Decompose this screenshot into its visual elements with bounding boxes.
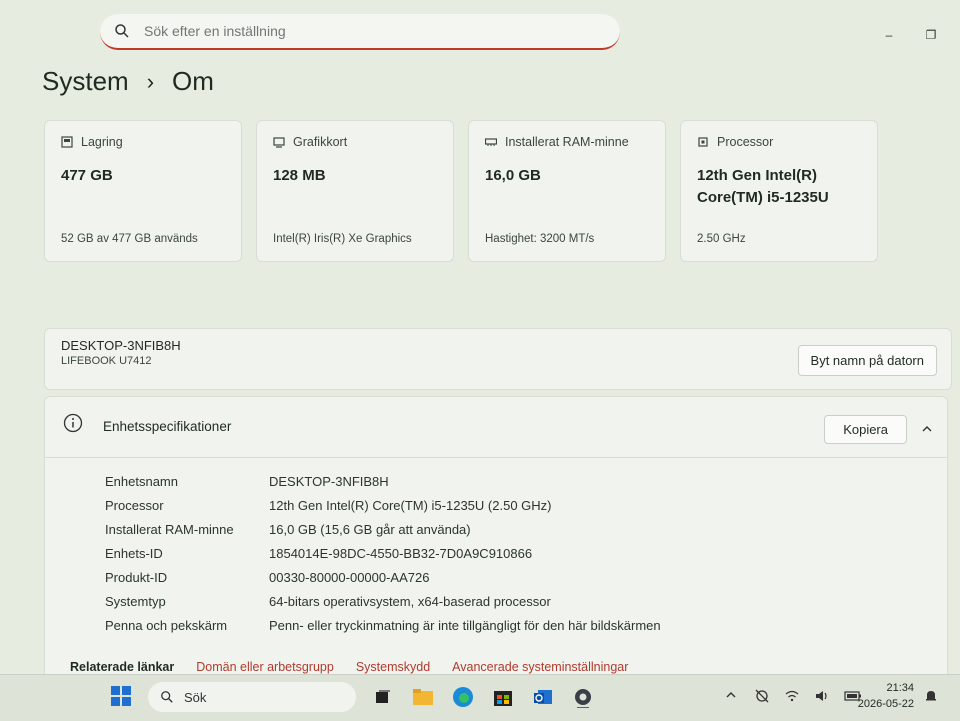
settings-search-box[interactable] [100,14,620,50]
spec-header[interactable]: Enhetsspecifikationer Kopiera [45,397,947,458]
taskbar: Sök 21:34 2026-05-22 [0,674,960,721]
breadcrumb-system-link[interactable]: System [42,66,129,97]
ram-icon [485,138,497,146]
spec-label: Installerat RAM-minne [105,521,234,537]
breadcrumb-separator: › [146,68,155,94]
windows-start-icon[interactable] [110,685,132,707]
volume-icon[interactable] [814,688,830,704]
gpu-icon [273,137,285,148]
spec-label: Systemtyp [105,593,166,609]
gpu-card[interactable]: Grafikkort 128 MB Intel(R) Iris(R) Xe Gr… [256,120,454,262]
processor-card[interactable]: Processor 12th Gen Intel(R) Core(TM) i5-… [680,120,878,262]
card-subtitle: 2.50 GHz [697,233,746,245]
domain-workgroup-link[interactable]: Domän eller arbetsgrupp [196,660,334,674]
summary-cards: Lagring 477 GB 52 GB av 477 GB används G… [44,120,878,262]
task-view-icon[interactable] [370,684,396,710]
storage-card[interactable]: Lagring 477 GB 52 GB av 477 GB används [44,120,242,262]
settings-gear-icon[interactable] [570,684,596,710]
spec-row: Enhetsnamn DESKTOP-3NFIB8H [105,469,661,493]
chevron-up-icon[interactable] [724,688,740,704]
taskbar-search-label: Sök [184,689,207,705]
clock[interactable]: 21:34 2026-05-22 [858,680,914,712]
storage-icon [61,136,73,148]
ram-card[interactable]: Installerat RAM-minne 16,0 GB Hastighet:… [468,120,666,262]
spec-rows: Enhetsnamn DESKTOP-3NFIB8H Processor 12th … [105,469,661,637]
related-links: Relaterade länkar Domän eller arbetsgrup… [70,660,628,674]
card-title: Grafikkort [293,135,348,149]
taskbar-search[interactable]: Sök [148,682,356,712]
info-icon [63,413,83,433]
spec-value: 16,0 GB (15,6 GB går att använda) [269,521,471,537]
spec-label: Enhets-ID [105,545,163,561]
search-input[interactable] [142,22,586,40]
copy-button[interactable]: Kopiera [824,415,907,444]
spec-row: Processor 12th Gen Intel(R) Core(TM) i5-1… [105,493,661,517]
card-title: Installerat RAM-minne [505,135,629,149]
spec-value: 12th Gen Intel(R) Core(TM) i5-1235U (2.5… [269,497,552,513]
device-specifications-panel: Enhetsspecifikationer Kopiera Enhetsnamn… [44,396,948,686]
file-explorer-icon[interactable] [410,684,436,710]
related-links-title: Relaterade länkar [70,660,175,674]
page-title: Om [172,66,214,96]
clock-time: 21:34 [886,682,914,694]
window-controls: – ❐ [882,28,938,42]
spec-row: Enhets-ID 1854014E-98DC-4550-BB32-7D0A9C9… [105,541,661,565]
edge-browser-icon[interactable] [450,684,476,710]
taskbar-apps [370,684,596,710]
system-tray [724,688,861,704]
card-title: Processor [717,135,774,149]
card-value: 12th Gen Intel(R) Core(TM) i5-1235U [697,167,829,206]
wifi-icon[interactable] [784,688,800,704]
spec-row: Penna och pekskärm Penn- eller tryckinmat… [105,613,661,637]
search-icon [115,24,129,38]
cpu-icon [698,137,708,147]
card-value: 16,0 GB [485,167,541,184]
device-name: DESKTOP-3NFIB8H [61,338,181,353]
notification-bell-icon[interactable] [924,689,938,703]
store-icon[interactable] [490,684,516,710]
spec-label: Processor [105,497,164,513]
system-protection-link[interactable]: Systemskydd [356,660,430,674]
spec-value: 64-bitars operativsystem, x64-baserad pr… [269,593,551,609]
spec-label: Enhetsnamn [105,473,178,489]
spec-value: 1854014E-98DC-4550-BB32-7D0A9C910866 [269,545,533,561]
outlook-icon[interactable] [530,684,556,710]
spec-value: DESKTOP-3NFIB8H [269,473,389,489]
card-value: 477 GB [61,167,113,184]
device-model: LIFEBOOK U7412 [61,355,152,367]
minimize-button[interactable]: – [882,28,896,42]
rename-pc-button[interactable]: Byt namn på datorn [797,345,937,376]
restore-button[interactable]: ❐ [924,28,938,42]
card-title: Lagring [81,135,123,149]
spec-value: Penn- eller tryckinmatning är inte tillg… [269,617,661,633]
spec-title: Enhetsspecifikationer [103,419,232,434]
spec-row: Produkt-ID 00330-80000-00000-AA726 [105,565,661,589]
device-name-section: DESKTOP-3NFIB8H LIFEBOOK U7412 Byt namn … [44,328,952,390]
card-value: 128 MB [273,167,326,184]
spec-row: Installerat RAM-minne 16,0 GB (15,6 GB gå… [105,517,661,541]
card-subtitle: 52 GB av 477 GB används [61,233,198,245]
breadcrumb: System › Om [42,66,214,97]
spec-row: Systemtyp 64-bitars operativsystem, x64-b… [105,589,661,613]
search-icon [161,691,173,703]
chevron-up-icon[interactable] [921,423,933,435]
spec-value: 00330-80000-00000-AA726 [269,569,430,585]
card-subtitle: Hastighet: 3200 MT/s [485,233,595,245]
clock-date: 2026-05-22 [857,698,914,710]
card-subtitle: Intel(R) Iris(R) Xe Graphics [273,233,412,245]
spec-label: Penna och pekskärm [105,617,228,633]
location-off-icon[interactable] [754,688,770,704]
advanced-settings-link[interactable]: Avancerade systeminställningar [452,660,628,674]
spec-label: Produkt-ID [105,569,168,585]
